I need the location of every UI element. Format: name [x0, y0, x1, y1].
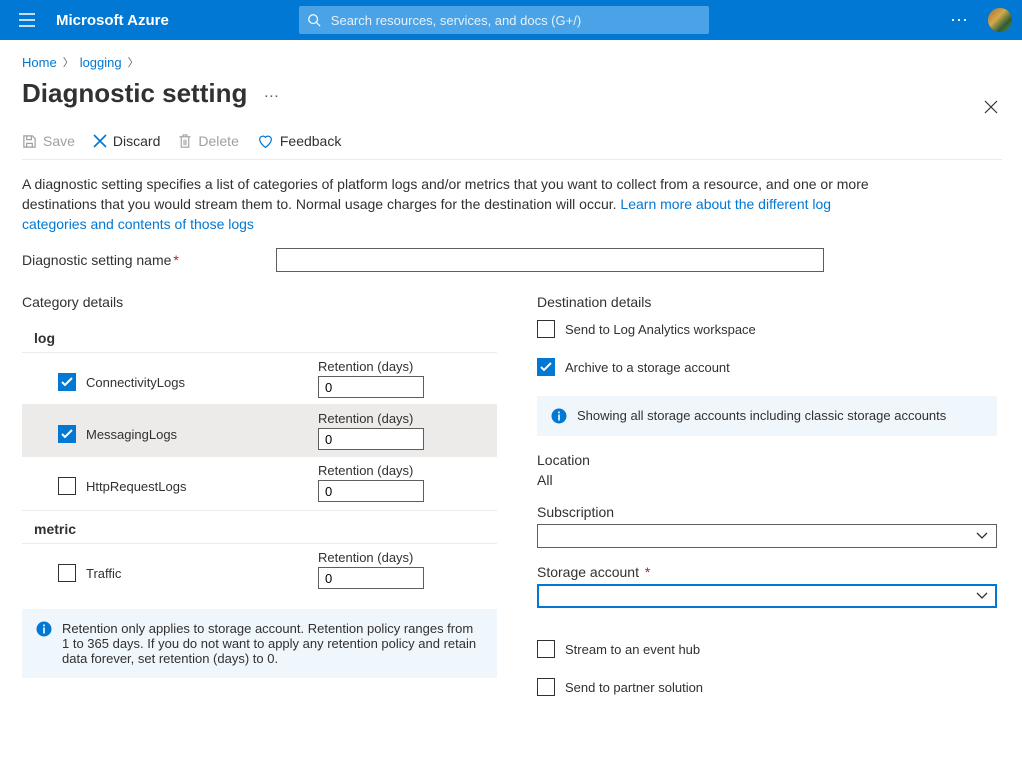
- checkbox-traffic[interactable]: [58, 564, 76, 582]
- storage-info: Showing all storage accounts including c…: [537, 396, 997, 436]
- save-icon: [22, 134, 37, 149]
- retention-info: Retention only applies to storage accoun…: [22, 609, 497, 678]
- category-label: HttpRequestLogs: [86, 479, 186, 494]
- checkbox-httprequestlogs[interactable]: [58, 477, 76, 495]
- checkbox-eventhub[interactable]: [537, 640, 555, 658]
- dest-eventhub-row: Stream to an event hub: [537, 640, 1002, 658]
- discard-button[interactable]: Discard: [93, 133, 160, 149]
- chevron-down-icon: [976, 532, 988, 540]
- dest-label: Send to partner solution: [565, 680, 703, 695]
- setting-name-input[interactable]: [276, 248, 824, 272]
- location-label: Location: [537, 452, 1002, 468]
- retention-input-connectivitylogs[interactable]: [318, 376, 424, 398]
- save-button[interactable]: Save: [22, 133, 75, 149]
- category-row-httprequestlogs: HttpRequestLogs Retention (days): [22, 456, 497, 508]
- subscription-label: Subscription: [537, 504, 1002, 520]
- dest-partner-row: Send to partner solution: [537, 678, 1002, 696]
- retention-label: Retention (days): [318, 550, 424, 565]
- more-actions[interactable]: ⋯: [950, 10, 970, 31]
- category-row-connectivitylogs: ConnectivityLogs Retention (days): [22, 352, 497, 404]
- close-icon: [984, 100, 998, 114]
- brand: Microsoft Azure: [44, 12, 209, 29]
- checkbox-partner[interactable]: [537, 678, 555, 696]
- setting-name-label: Diagnostic setting name*: [22, 252, 276, 268]
- dest-label: Stream to an event hub: [565, 642, 700, 657]
- retention-label: Retention (days): [318, 463, 424, 478]
- metric-row-traffic: Traffic Retention (days): [22, 543, 497, 595]
- command-bar: Save Discard Delete Feedback: [22, 133, 1002, 160]
- category-details-heading: Category details: [22, 294, 497, 310]
- dest-label: Send to Log Analytics workspace: [565, 322, 756, 337]
- category-label: ConnectivityLogs: [86, 375, 185, 390]
- subscription-select[interactable]: [537, 524, 997, 548]
- storage-account-select[interactable]: [537, 584, 997, 608]
- checkbox-connectivitylogs[interactable]: [58, 373, 76, 391]
- retention-input-traffic[interactable]: [318, 567, 424, 589]
- checkbox-messaginglogs[interactable]: [58, 425, 76, 443]
- location-value: All: [537, 472, 1002, 488]
- chevron-right-icon: 〉: [63, 54, 74, 70]
- discard-icon: [93, 134, 107, 148]
- feedback-button[interactable]: Feedback: [257, 133, 341, 149]
- log-heading: log: [22, 320, 497, 352]
- breadcrumb-home[interactable]: Home: [22, 55, 57, 70]
- breadcrumb: Home 〉 logging 〉: [22, 54, 1002, 70]
- hamburger-menu[interactable]: [10, 0, 44, 40]
- checkbox-log-analytics[interactable]: [537, 320, 555, 338]
- page-title: Diagnostic setting: [22, 78, 247, 109]
- category-row-messaginglogs: MessagingLogs Retention (days): [22, 404, 497, 456]
- retention-label: Retention (days): [318, 359, 424, 374]
- destination-details-heading: Destination details: [537, 294, 1002, 310]
- category-label: MessagingLogs: [86, 427, 177, 442]
- search-input[interactable]: [329, 12, 701, 29]
- top-bar: Microsoft Azure ⋯: [0, 0, 1022, 40]
- info-icon: [551, 408, 567, 424]
- metric-label: Traffic: [86, 566, 121, 581]
- dest-storage-row: Archive to a storage account: [537, 358, 1002, 376]
- close-button[interactable]: [984, 100, 998, 119]
- hamburger-icon: [19, 13, 35, 27]
- search-icon: [307, 13, 321, 27]
- dest-label: Archive to a storage account: [565, 360, 730, 375]
- delete-icon: [178, 134, 192, 149]
- feedback-icon: [257, 134, 274, 149]
- dest-log-analytics-row: Send to Log Analytics workspace: [537, 320, 1002, 338]
- page-actions-more[interactable]: …: [263, 88, 281, 98]
- storage-account-label: Storage account *: [537, 564, 1002, 580]
- chevron-down-icon: [976, 592, 988, 600]
- retention-input-messaginglogs[interactable]: [318, 428, 424, 450]
- avatar[interactable]: [988, 8, 1012, 32]
- delete-button[interactable]: Delete: [178, 133, 238, 149]
- retention-label: Retention (days): [318, 411, 424, 426]
- global-search[interactable]: [299, 6, 709, 34]
- chevron-right-icon: 〉: [128, 54, 139, 70]
- description: A diagnostic setting specifies a list of…: [22, 174, 882, 234]
- breadcrumb-logging[interactable]: logging: [80, 55, 122, 70]
- checkbox-storage[interactable]: [537, 358, 555, 376]
- metric-heading: metric: [22, 511, 497, 543]
- info-icon: [36, 621, 52, 637]
- retention-input-httprequestlogs[interactable]: [318, 480, 424, 502]
